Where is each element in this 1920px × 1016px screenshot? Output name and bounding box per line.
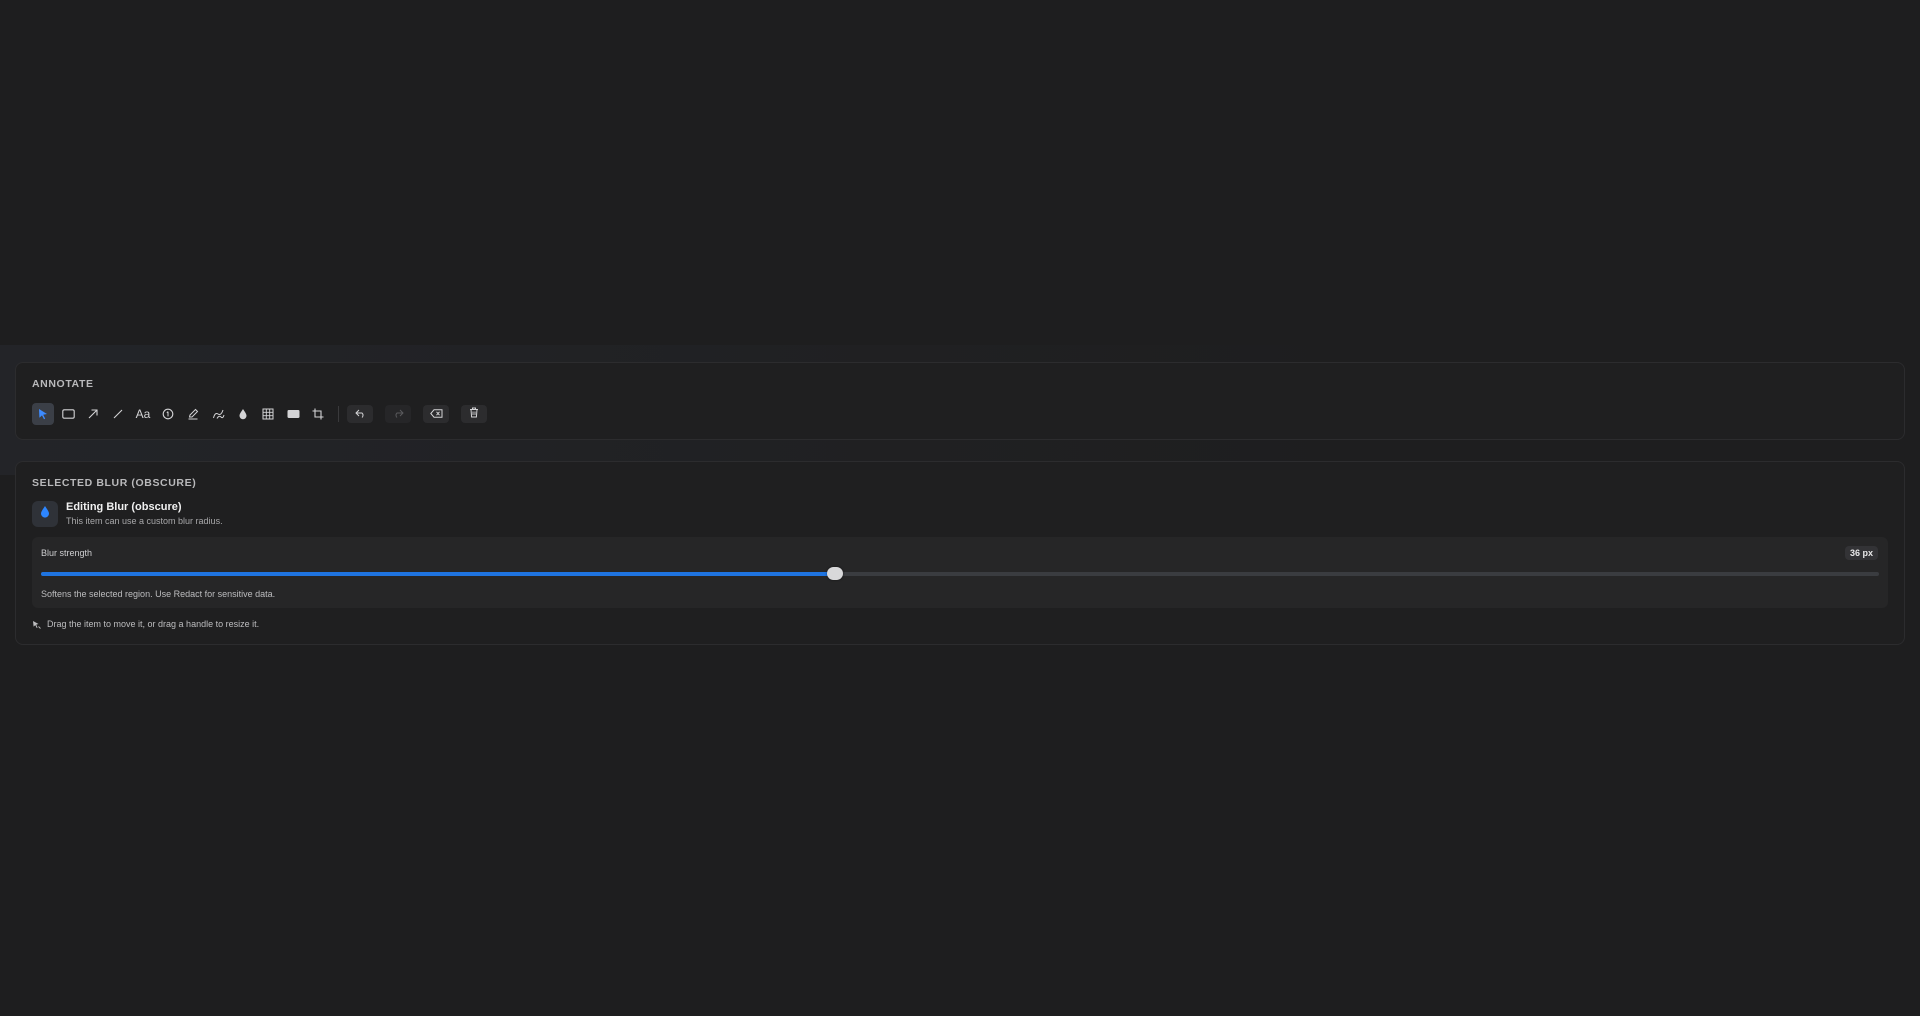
trash-icon: [469, 405, 479, 423]
slider-fill: [41, 572, 836, 576]
annotate-panel: ANNOTATE Aa: [15, 362, 1905, 440]
select-tool-button[interactable]: [32, 403, 54, 425]
selected-section-title: SELECTED BLUR (OBSCURE): [32, 477, 197, 489]
pen-icon: [212, 408, 225, 420]
blur-strength-value: 36 px: [1844, 546, 1878, 560]
selected-item-panel: SELECTED BLUR (OBSCURE) Editing Blur (ob…: [15, 461, 1905, 645]
droplet-icon: [238, 408, 248, 420]
hand-cursor-icon: [32, 620, 41, 629]
text-icon: Aa: [135, 407, 151, 421]
annotate-section-title: ANNOTATE: [32, 378, 94, 390]
selected-item-subtitle: This item can use a custom blur radius.: [66, 516, 223, 526]
highlighter-tool-button[interactable]: [182, 403, 204, 425]
numbered-marker-icon: [162, 408, 174, 420]
filled-rect-icon: [287, 409, 300, 419]
move-resize-hint: Drag the item to move it, or drag a hand…: [32, 619, 259, 629]
erase-button[interactable]: [423, 405, 449, 423]
selected-item-header: Editing Blur (obscure) This item can use…: [32, 501, 223, 527]
droplet-icon: [40, 505, 50, 523]
redo-button[interactable]: [385, 405, 411, 423]
rectangle-tool-button[interactable]: [57, 403, 79, 425]
blur-strength-slider[interactable]: [41, 567, 1879, 580]
pen-tool-button[interactable]: [207, 403, 229, 425]
crop-icon: [312, 408, 324, 420]
blur-tool-button[interactable]: [232, 403, 254, 425]
line-icon: [112, 408, 124, 420]
pixelate-tool-button[interactable]: [257, 403, 279, 425]
number-tool-button[interactable]: [157, 403, 179, 425]
selected-item-icon-box: [32, 501, 58, 527]
blur-strength-hint: Softens the selected region. Use Redact …: [41, 589, 276, 599]
backspace-icon: [429, 405, 443, 423]
text-tool-button[interactable]: Aa: [132, 403, 154, 425]
undo-button[interactable]: [347, 405, 373, 423]
selected-item-title: Editing Blur (obscure): [66, 501, 182, 513]
cursor-icon: [37, 408, 49, 420]
redo-icon: [393, 405, 404, 423]
slider-thumb[interactable]: [827, 567, 844, 580]
blur-strength-label: Blur strength: [41, 548, 93, 558]
highlighter-icon: [187, 408, 199, 420]
selected-item-text: Editing Blur (obscure) This item can use…: [66, 501, 223, 526]
app-root: ANNOTATE Aa SELECTED BLUR (OBSCURE) Edit…: [0, 0, 1920, 1016]
arrow-tool-button[interactable]: [82, 403, 104, 425]
rectangle-icon: [61, 409, 75, 419]
move-resize-hint-text: Drag the item to move it, or drag a hand…: [47, 619, 260, 629]
annotate-toolbar: Aa: [32, 403, 499, 425]
undo-icon: [354, 405, 366, 423]
redact-tool-button[interactable]: [282, 403, 304, 425]
line-tool-button[interactable]: [107, 403, 129, 425]
crop-tool-button[interactable]: [307, 403, 329, 425]
arrow-icon: [87, 408, 99, 420]
blur-strength-card: Blur strength 36 px Softens the selected…: [32, 537, 1888, 608]
toolbar-divider: [338, 406, 339, 422]
grid-icon: [262, 408, 274, 420]
delete-button[interactable]: [461, 405, 487, 423]
